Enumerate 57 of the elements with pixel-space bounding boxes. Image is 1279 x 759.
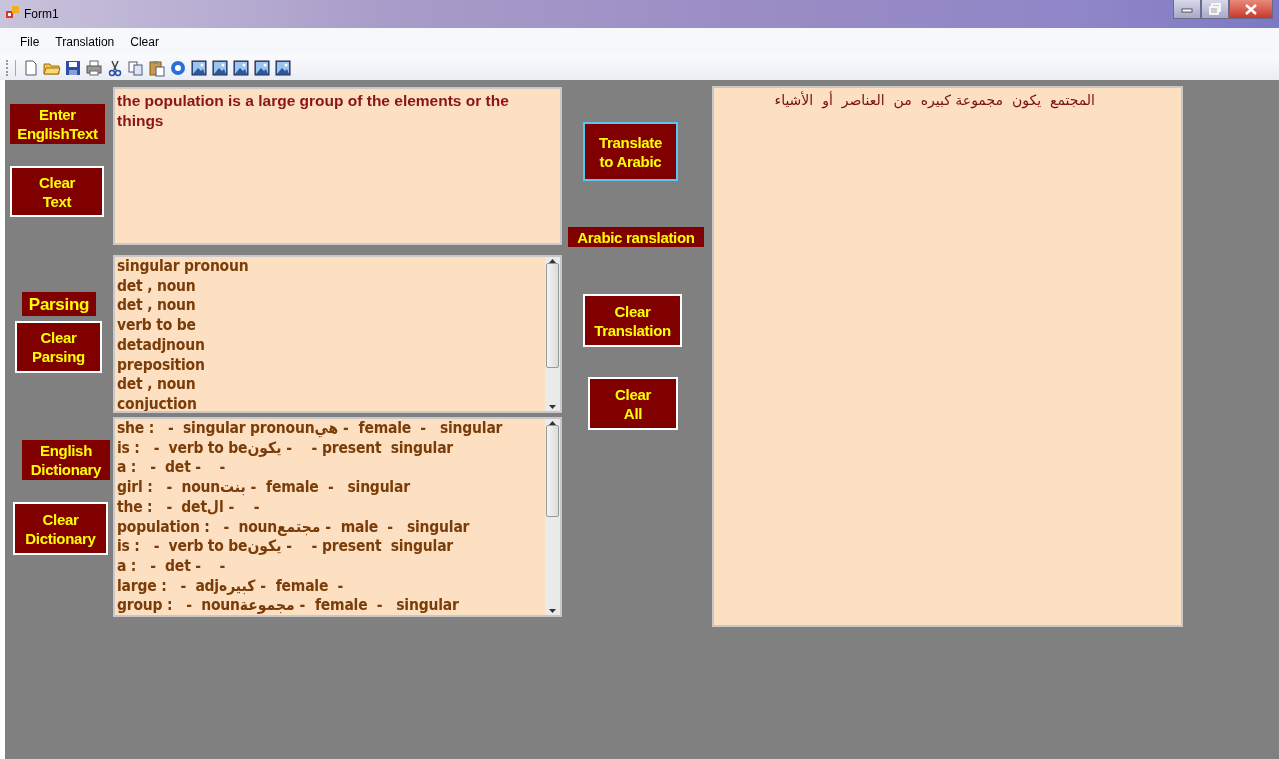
scroll-down-icon[interactable] [549, 405, 556, 409]
menu-item[interactable]: Clear [122, 32, 167, 51]
help-icon[interactable] [168, 58, 187, 77]
picture-icon[interactable] [231, 58, 250, 77]
clear-button[interactable]: Clear Text [10, 166, 104, 217]
save-icon[interactable] [63, 58, 82, 77]
list-item[interactable]: she : - singular pronounهي - female - singular [117, 419, 543, 439]
toolbar-grip [6, 59, 11, 76]
list-item[interactable]: population : - nounمجتمع - male - singular [117, 517, 543, 538]
print-icon[interactable] [84, 58, 103, 77]
scroll-down-icon[interactable] [549, 609, 556, 613]
menu-item[interactable]: File [12, 32, 48, 51]
window-title: Form1 [24, 7, 59, 21]
close-icon[interactable] [1245, 3, 1257, 15]
scrollbar-thumb[interactable] [546, 263, 559, 368]
list-item[interactable]: is : - verb to beيكون - - present singular [117, 537, 543, 557]
picture-icon[interactable] [189, 58, 208, 77]
list-item[interactable]: det , noun [117, 296, 543, 317]
picture-icon[interactable] [273, 58, 292, 77]
list-item[interactable]: large : - adjكبيره - female - [117, 576, 543, 597]
minimize-button[interactable] [1173, 0, 1201, 19]
list-item[interactable]: det , noun [117, 276, 543, 297]
clear-button[interactable]: Clear Parsing [15, 321, 102, 373]
section-label: Arabic ranslation [568, 227, 704, 247]
scrollbar[interactable] [545, 419, 560, 615]
english-text-field[interactable]: the population is a large group of the elements or the things [113, 87, 562, 245]
clear-button[interactable]: Clear All [588, 377, 678, 430]
list-item[interactable]: group : - nounمجموعة - female - singular [117, 596, 543, 615]
list-item[interactable]: a : - det - - [117, 458, 543, 479]
picture-icon[interactable] [252, 58, 271, 77]
clear-button[interactable]: Clear Translation [583, 294, 682, 347]
scrollbar-thumb[interactable] [546, 425, 559, 517]
minimize-icon[interactable] [1181, 5, 1193, 13]
section-label: Enter EnglishText [10, 104, 105, 144]
list-item[interactable]: the : - detال - - [117, 497, 543, 518]
list-item[interactable]: verb to be [117, 316, 543, 336]
app-icon [6, 5, 20, 19]
clear-button[interactable]: Clear Dictionary [13, 502, 108, 555]
list-item[interactable]: singular pronoun [117, 257, 543, 277]
translate-button[interactable]: Translate to Arabic [583, 122, 678, 181]
section-label: Parsing [22, 292, 96, 316]
copy-icon[interactable] [126, 58, 145, 77]
section-label: English Dictionary [22, 440, 110, 480]
list-item[interactable]: a : - det - - [117, 556, 543, 577]
list-item[interactable]: detadjnoun [117, 335, 543, 356]
menu-item[interactable]: Translation [47, 32, 123, 51]
restore-button[interactable] [1201, 0, 1229, 19]
list-item[interactable]: is : - verb to beيكون - - present singular [117, 438, 543, 459]
list-item[interactable]: det , noun [117, 375, 543, 395]
list-item[interactable]: preposition [117, 355, 543, 376]
picture-icon[interactable] [210, 58, 229, 77]
paste-icon[interactable] [147, 58, 166, 77]
dictionary-list[interactable] [113, 417, 562, 617]
scrollbar[interactable] [545, 257, 560, 411]
close-button[interactable] [1229, 0, 1273, 19]
list-item[interactable]: girl : - nounبنت - female - singular [117, 478, 543, 498]
arabic-translation-field[interactable]: المجتمع يكون مجموعة كبيره من العناصر أو الأشياء [712, 86, 1183, 627]
